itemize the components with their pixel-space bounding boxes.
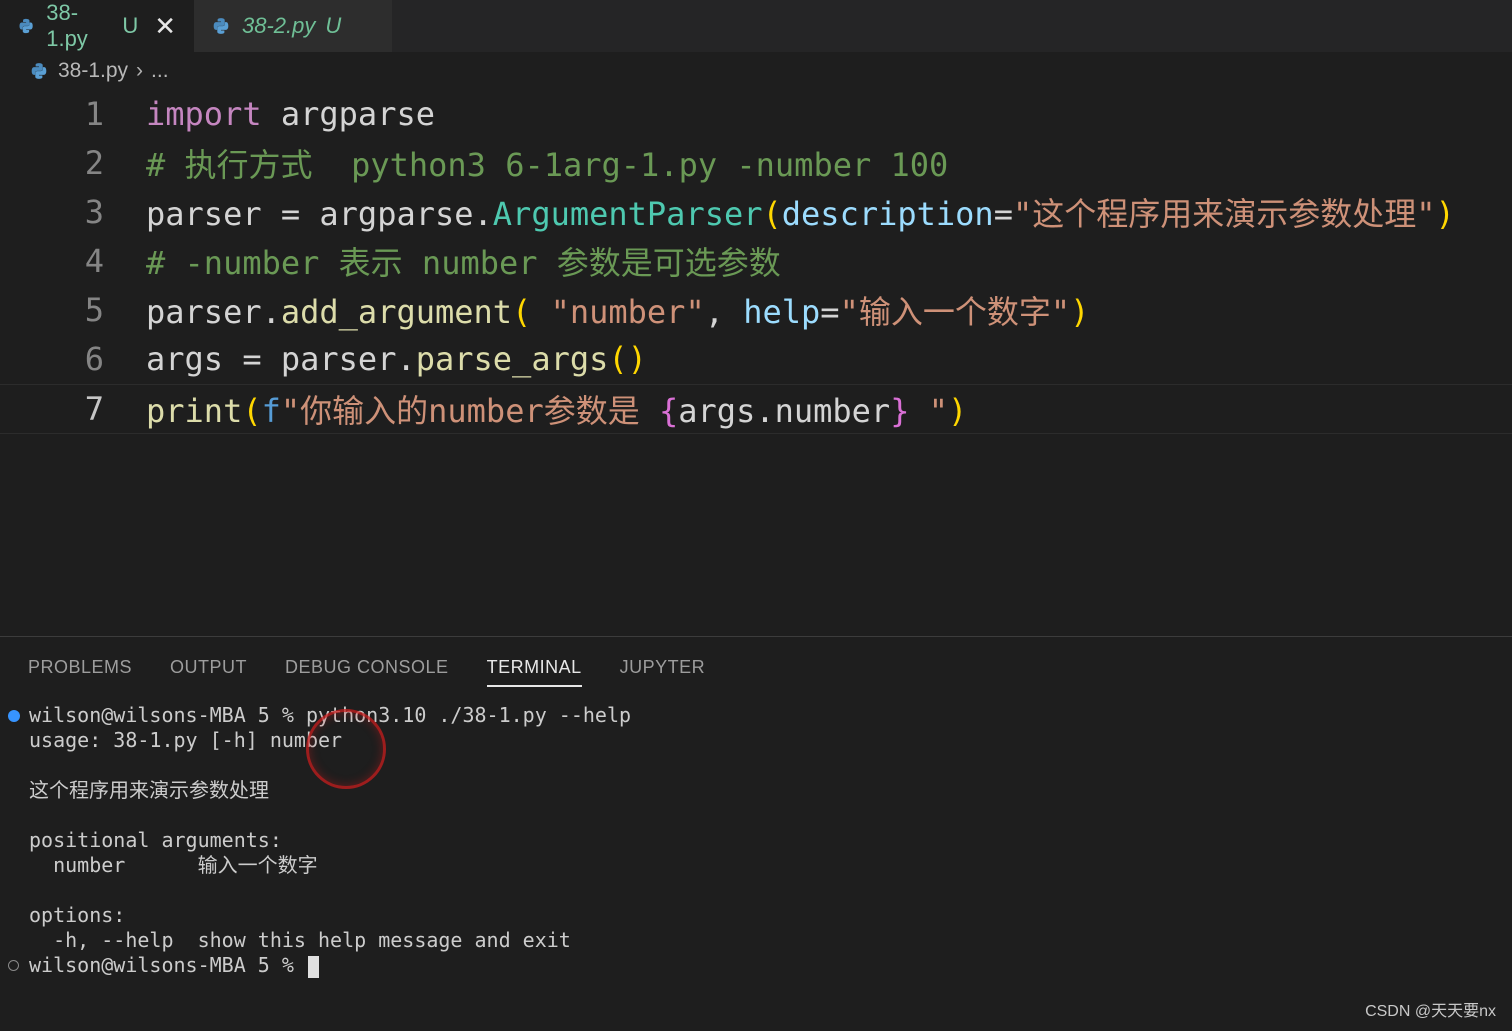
bottom-panel: PROBLEMS OUTPUT DEBUG CONSOLE TERMINAL J…	[0, 636, 1512, 1031]
parameter-token: help	[743, 293, 821, 331]
terminal-line: 这个程序用来演示参数处理	[29, 778, 269, 802]
terminal-line: number 输入一个数字	[29, 853, 318, 877]
line-number: 1	[84, 95, 104, 133]
line-number: 4	[84, 242, 104, 280]
string-token: "你输入的number参数是	[280, 392, 659, 430]
code-text: parser = argparse.	[146, 195, 493, 233]
class-token: ArgumentParser	[492, 195, 763, 233]
python-file-icon	[213, 18, 229, 34]
bracket-token: )	[947, 392, 968, 430]
watermark: CSDN @天天要nx	[1365, 1003, 1496, 1020]
python-file-icon	[31, 63, 47, 79]
untracked-badge: U	[122, 13, 139, 38]
code-line: 1 import argparse	[0, 90, 1512, 138]
fstring-prefix-token: f	[261, 392, 281, 430]
tab-output[interactable]: OUTPUT	[170, 653, 247, 685]
terminal-line: positional arguments:	[29, 828, 282, 852]
bracket-token: }	[890, 392, 910, 430]
code-text: =	[993, 195, 1013, 233]
tab-jupyter[interactable]: JUPYTER	[620, 653, 706, 685]
command-decoration-icon[interactable]	[8, 710, 20, 722]
tab-problems[interactable]: PROBLEMS	[28, 653, 132, 685]
vscode-window: 38-1.py U ✕ 38-2.py U 38-1.py › ... 1 im…	[0, 0, 1512, 1031]
terminal-prompt: wilson@wilsons-MBA 5 %	[29, 953, 306, 977]
string-token: "number"	[550, 293, 705, 331]
code-text: args = parser.	[146, 340, 416, 378]
bracket-token: (	[512, 293, 532, 331]
breadcrumb-file[interactable]: 38-1.py	[58, 59, 128, 83]
code-line: 3 parser = argparse.ArgumentParser(descr…	[0, 188, 1512, 236]
string-token: "	[909, 392, 948, 430]
code-editor[interactable]: 1 import argparse 2 # 执行方式 python3 6-1ar…	[0, 90, 1512, 635]
tab-terminal[interactable]: TERMINAL	[486, 653, 582, 687]
code-line: 6 args = parser.parse_args()	[0, 335, 1512, 383]
tab-label: 38-2.py	[242, 13, 316, 38]
editor-tab-bar: 38-1.py U ✕ 38-2.py U	[0, 0, 1512, 52]
bracket-token: (	[242, 392, 262, 430]
code-line: 5 parser.add_argument( "number", help="输…	[0, 286, 1512, 334]
python-file-icon	[19, 18, 33, 34]
breadcrumb: 38-1.py › ...	[30, 56, 169, 86]
tab-debug-console[interactable]: DEBUG CONSOLE	[285, 653, 449, 685]
bracket-token: (	[762, 195, 782, 233]
tab-38-2-py[interactable]: 38-2.py U	[194, 0, 392, 52]
breadcrumb-more[interactable]: ...	[151, 59, 169, 83]
line-number: 7	[84, 390, 104, 428]
tab-label: 38-1.py	[46, 0, 88, 51]
terminal-cursor	[307, 955, 319, 978]
panel-tab-bar: PROBLEMS OUTPUT DEBUG CONSOLE TERMINAL J…	[28, 653, 705, 687]
code-text: parser.	[146, 293, 281, 331]
terminal-line: usage: 38-1.py [-h] number	[29, 728, 343, 752]
string-token: "输入一个数字"	[839, 293, 1071, 331]
line-number: 5	[84, 291, 104, 329]
code-line-current: 7 print(f"你输入的number参数是 {args.number} ")	[0, 384, 1512, 434]
bracket-token: ()	[608, 340, 647, 378]
bracket-token: {	[659, 392, 679, 430]
code-text: =	[820, 293, 840, 331]
tab-38-1-py[interactable]: 38-1.py U ✕	[0, 0, 194, 52]
code-text: args.number	[678, 392, 891, 430]
command-decoration-icon[interactable]	[8, 960, 19, 971]
bracket-token: )	[1435, 195, 1455, 233]
code-text: ,	[704, 293, 744, 331]
comment-token: # -number 表示 number 参数是可选参数	[146, 244, 781, 282]
code-text: argparse	[261, 95, 435, 133]
chevron-right-icon: ›	[136, 59, 144, 82]
close-icon[interactable]: ✕	[154, 11, 176, 42]
terminal-prompt-line: wilson@wilsons-MBA 5 %	[29, 953, 319, 978]
code-line: 4 # -number 表示 number 参数是可选参数	[0, 237, 1512, 285]
function-token: add_argument	[280, 293, 513, 331]
line-number: 3	[84, 193, 104, 231]
keyword-token: import	[146, 95, 262, 133]
line-number: 2	[84, 144, 104, 182]
untracked-badge: U	[325, 13, 342, 38]
function-token: parse_args	[415, 340, 609, 378]
function-token: print	[146, 392, 243, 430]
line-number: 6	[84, 340, 104, 378]
terminal-line: options:	[29, 903, 126, 927]
string-token: "这个程序用来演示参数处理"	[1012, 195, 1436, 233]
bracket-token: )	[1070, 293, 1090, 331]
terminal-line: -h, --help show this help message and ex…	[29, 928, 571, 952]
comment-token: # 执行方式 python3 6-1arg-1.py -number 100	[146, 146, 949, 184]
code-line: 2 # 执行方式 python3 6-1arg-1.py -number 100	[0, 139, 1512, 187]
mouse-click-indicator	[306, 709, 386, 789]
parameter-token: description	[781, 195, 994, 233]
